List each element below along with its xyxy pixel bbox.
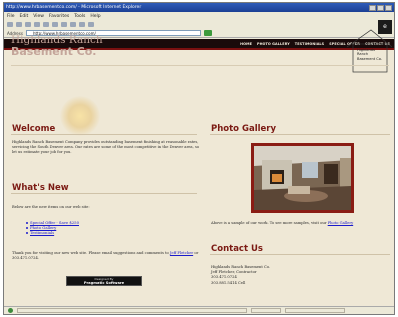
email-link[interactable]: Jeff Fletcher <box>170 251 193 255</box>
search-icon[interactable] <box>52 22 58 27</box>
basement-photo[interactable] <box>251 143 354 213</box>
gallery-divider <box>210 134 390 135</box>
history-icon[interactable] <box>70 22 76 27</box>
thanks-prefix: Thank you for visiting our new web site.… <box>12 251 170 255</box>
menu-view[interactable]: View <box>33 14 44 19</box>
status-pane-2 <box>251 308 281 313</box>
stop-icon[interactable] <box>25 22 31 27</box>
whats-new-list: Special Offer - Save $250 Photo Gallery … <box>26 220 79 236</box>
title-bar: http://www.hrbasementco.com/ - Microsoft… <box>4 3 394 12</box>
print-icon[interactable] <box>88 22 94 27</box>
close-button[interactable] <box>385 4 392 11</box>
contact-heading: Contact Us <box>211 244 263 254</box>
favorites-icon[interactable] <box>61 22 67 27</box>
whats-new-intro: Below are the new items on our web site: <box>12 205 90 209</box>
maximize-button[interactable] <box>377 4 384 11</box>
refresh-icon[interactable] <box>34 22 40 27</box>
menu-edit[interactable]: Edit <box>20 14 29 19</box>
house-logo: Highlands Ranch Basement Co. <box>340 27 394 75</box>
contact-divider <box>210 254 390 255</box>
welcome-divider <box>11 134 197 135</box>
minimize-button[interactable] <box>369 4 376 11</box>
whats-new-divider <box>11 193 197 194</box>
toolbar <box>4 20 394 29</box>
nav-home[interactable]: HOME <box>240 42 252 46</box>
status-bar <box>4 306 394 314</box>
gallery-caption: Above is a sample of our work. To see mo… <box>211 221 389 226</box>
basement-photo-image <box>254 146 351 210</box>
back-icon[interactable] <box>7 22 13 27</box>
page-done-icon <box>8 308 13 313</box>
header-divider <box>11 65 389 66</box>
welcome-text: Highlands Ranch Basement Company provide… <box>12 140 200 155</box>
zone-pane <box>285 308 345 313</box>
browser-window: http://www.hrbasementco.com/ - Microsoft… <box>3 2 395 315</box>
whats-new-heading: What's New <box>12 183 69 193</box>
contact-cell: 303.881.5414 Cell <box>211 280 246 285</box>
menu-bar: File Edit View Favorites Tools Help e <box>4 12 394 34</box>
menu-tools[interactable]: Tools <box>74 14 85 19</box>
contact-details: Highlands Ranch Basement Co. Jeff Fletch… <box>211 265 389 286</box>
home-icon[interactable] <box>43 22 49 27</box>
gallery-caption-prefix: Above is a sample of our work. To see mo… <box>211 221 328 225</box>
go-icon[interactable] <box>203 30 212 36</box>
gallery-caption-link[interactable]: Photo Gallery <box>328 221 353 225</box>
link-testimonials[interactable]: Testimonials <box>26 230 79 235</box>
nav-testimonials[interactable]: TESTIMONIALS <box>295 42 324 46</box>
mail-icon[interactable] <box>79 22 85 27</box>
gallery-heading: Photo Gallery <box>211 124 277 134</box>
badge-line-2: Pragmatic Software <box>83 281 125 285</box>
menu-favorites[interactable]: Favorites <box>49 14 69 19</box>
sun-graphic <box>60 96 100 136</box>
forward-icon[interactable] <box>16 22 22 27</box>
menu-help[interactable]: Help <box>90 14 100 19</box>
status-pane <box>17 308 247 313</box>
logo-line-2: Basement Co. <box>11 45 97 58</box>
house-logo-line-3: Basement Co. <box>357 56 383 61</box>
nav-photo-gallery[interactable]: PHOTO GALLERY <box>257 42 290 46</box>
welcome-heading: Welcome <box>12 124 56 134</box>
site-logo[interactable]: Highlands Ranch Basement Co. <box>11 35 103 58</box>
thanks-text: Thank you for visiting our new web site.… <box>12 251 202 261</box>
window-title: http://www.hrbasementco.com/ - Microsoft… <box>6 5 142 10</box>
designer-badge[interactable]: Designed By Pragmatic Software <box>66 276 142 286</box>
menu-file[interactable]: File <box>7 14 15 19</box>
